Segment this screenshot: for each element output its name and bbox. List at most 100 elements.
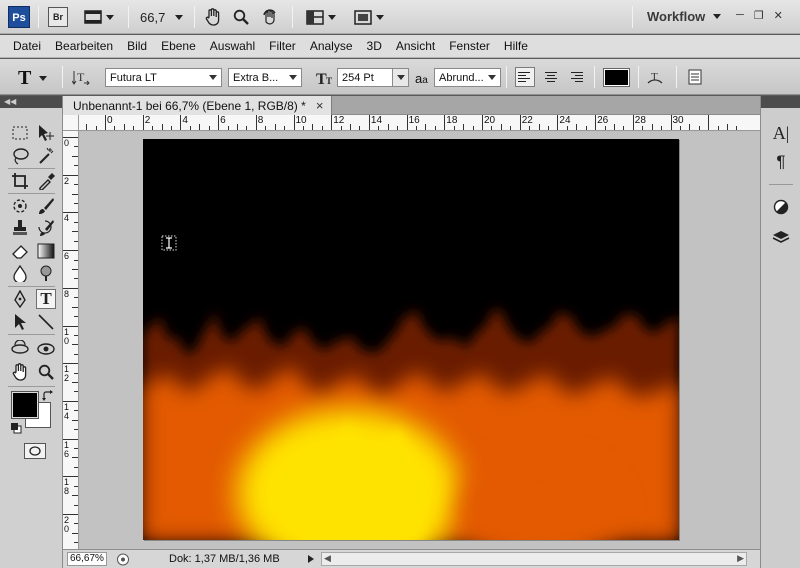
chevron-down-icon <box>328 14 336 20</box>
move-tool[interactable] <box>36 123 56 143</box>
menu-bild[interactable]: Bild <box>120 39 154 53</box>
clone-stamp-tool[interactable] <box>10 218 30 238</box>
ruler-tick <box>632 115 634 130</box>
ruler-origin[interactable] <box>63 115 79 131</box>
font-family-select[interactable]: Futura LT <box>105 68 222 87</box>
quick-mask-button[interactable] <box>24 443 46 459</box>
gradient-tool[interactable] <box>36 241 56 261</box>
status-menu-button[interactable] <box>305 552 317 566</box>
bridge-launch-button[interactable]: Br <box>48 7 68 27</box>
ruler-tick <box>199 124 201 130</box>
font-style-select[interactable]: Extra B... <box>228 68 302 87</box>
magic-wand-tool[interactable] <box>36 146 56 166</box>
ruler-tick <box>689 124 691 130</box>
pen-tool[interactable] <box>10 289 30 309</box>
layers-panel-button[interactable] <box>769 225 793 249</box>
ruler-tick <box>236 124 238 130</box>
line-tool[interactable] <box>36 312 56 332</box>
document-tab[interactable]: Unbenannt-1 bei 66,7% (Ebene 1, RGB/8) *… <box>63 96 333 115</box>
menu-hilfe[interactable]: Hilfe <box>497 39 535 53</box>
hand-icon <box>205 8 220 26</box>
adjustments-panel-button[interactable] <box>769 195 793 219</box>
menu-analyse[interactable]: Analyse <box>303 39 360 53</box>
menu-auswahl[interactable]: Auswahl <box>203 39 262 53</box>
status-zoom-field[interactable]: 66,67% <box>67 552 107 566</box>
3d-orbit-tool[interactable] <box>36 339 56 359</box>
dock-collapse-handle[interactable] <box>761 96 800 108</box>
minimize-icon[interactable]: ─ <box>736 9 744 22</box>
text-color-swatch[interactable] <box>603 68 630 87</box>
view-extras-button[interactable] <box>84 7 114 27</box>
restore-icon[interactable]: ❐ <box>754 9 764 22</box>
zoom-tool[interactable] <box>36 362 56 382</box>
eyedropper-tool[interactable] <box>36 171 56 191</box>
menu-3d[interactable]: 3D <box>360 39 389 53</box>
hand-tool[interactable] <box>10 362 30 382</box>
ruler-tick <box>482 115 483 130</box>
hand-tool-button[interactable] <box>205 7 221 27</box>
status-info-icon[interactable] <box>116 553 130 566</box>
zoom-tool-button[interactable] <box>233 7 249 27</box>
menu-ebene[interactable]: Ebene <box>154 39 203 53</box>
screen-mode-button[interactable] <box>354 7 384 27</box>
workspace-switcher[interactable]: Workflow <box>647 9 722 24</box>
zoom-level-select[interactable]: 66,7 <box>140 7 184 27</box>
foreground-color-swatch[interactable] <box>11 391 39 419</box>
scroll-right-icon[interactable]: ▶ <box>737 553 744 564</box>
blur-tool[interactable] <box>10 263 30 283</box>
type-tool[interactable]: T <box>36 289 56 309</box>
tool-preset-picker[interactable]: T <box>18 67 48 90</box>
brush-tool[interactable] <box>36 196 56 216</box>
warp-text-icon[interactable]: T <box>646 68 664 86</box>
align-right-button[interactable] <box>566 67 586 87</box>
antialias-select[interactable]: Abrund... <box>434 68 501 87</box>
ruler-tick <box>623 126 625 130</box>
swap-colors-icon[interactable] <box>42 390 54 402</box>
rotate-view-button[interactable] <box>261 7 279 27</box>
spot-healing-tool[interactable] <box>10 196 30 216</box>
align-center-button[interactable] <box>541 67 561 87</box>
ruler-label: 12 <box>333 115 345 126</box>
path-selection-tool[interactable] <box>10 312 30 332</box>
ruler-label: 2 0 <box>64 515 70 534</box>
crop-tool[interactable] <box>10 171 30 191</box>
default-colors-icon[interactable] <box>10 422 22 434</box>
lasso-tool[interactable] <box>10 146 30 166</box>
photoshop-logo[interactable]: Ps <box>8 6 30 28</box>
align-left-button[interactable] <box>515 67 535 87</box>
chevron-down-icon <box>209 75 217 80</box>
3d-orbit-icon <box>37 343 55 355</box>
marquee-tool[interactable] <box>10 123 30 143</box>
font-size-dropdown[interactable] <box>392 69 408 86</box>
character-panel-button[interactable]: A| <box>769 121 793 145</box>
character-panel-icon[interactable] <box>687 69 703 85</box>
ruler-tick <box>72 382 78 384</box>
panel-collapse-handle[interactable]: ◀◀ <box>0 96 62 108</box>
close-document-icon[interactable]: × <box>316 98 324 113</box>
eraser-tool[interactable] <box>10 241 30 261</box>
tools-panel: ◀◀ T <box>0 96 63 568</box>
menu-bearbeiten[interactable]: Bearbeiten <box>48 39 120 53</box>
ruler-tick <box>74 372 78 374</box>
menu-filter[interactable]: Filter <box>262 39 303 53</box>
dodge-tool[interactable] <box>36 263 56 283</box>
menu-fenster[interactable]: Fenster <box>442 39 497 53</box>
horizontal-scrollbar[interactable]: ◀ ▶ <box>321 552 747 566</box>
image-canvas[interactable] <box>143 139 679 540</box>
menu-ansicht[interactable]: Ansicht <box>389 39 442 53</box>
gradient-icon <box>37 243 55 259</box>
dodge-icon <box>40 265 52 281</box>
font-size-select[interactable]: 254 Pt <box>337 68 409 87</box>
paragraph-panel-button[interactable]: ¶ <box>769 150 793 174</box>
filmstrip-icon <box>84 10 102 24</box>
history-brush-tool[interactable] <box>36 218 56 238</box>
close-icon[interactable]: ✕ <box>774 9 783 22</box>
ruler-tick <box>595 115 597 130</box>
canvas-pasteboard[interactable] <box>80 132 760 549</box>
menu-datei[interactable]: Datei <box>6 39 48 53</box>
ruler-label: 28 <box>634 115 646 126</box>
text-orientation-icon[interactable]: T <box>72 69 90 85</box>
scroll-left-icon[interactable]: ◀ <box>324 553 331 564</box>
3d-rotate-tool[interactable] <box>10 339 30 359</box>
arrange-documents-button[interactable] <box>306 7 336 27</box>
